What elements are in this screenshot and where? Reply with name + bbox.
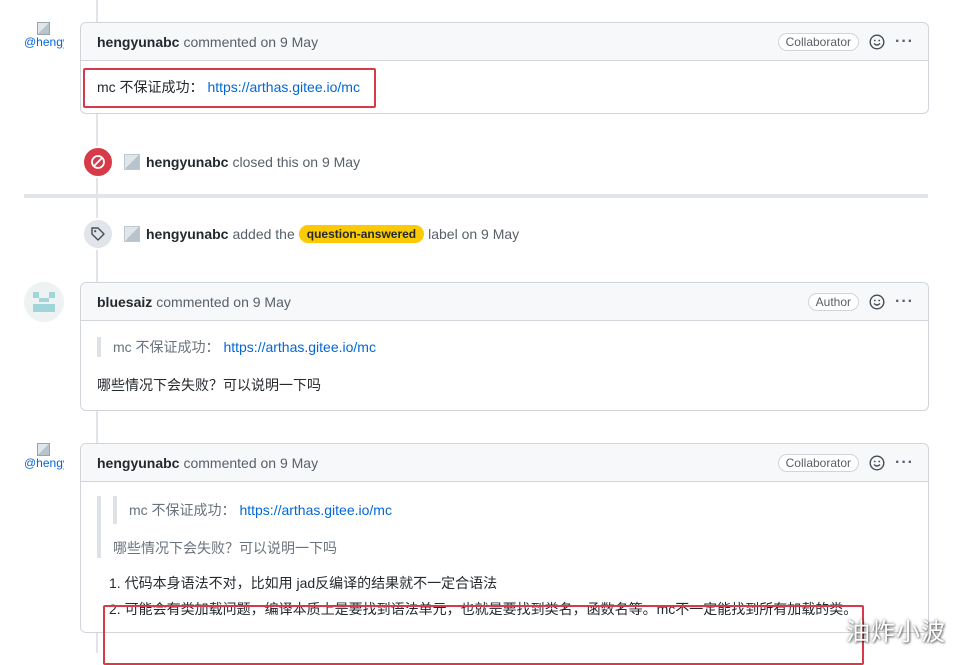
comment-header: hengyunabc commented on 9 May Collaborat… [81,23,928,61]
comment: bluesaiz commented on 9 May Author ··· m… [80,282,929,411]
closed-event: hengyunabc closed this on 9 May [82,146,361,178]
comment-author[interactable]: bluesaiz [97,294,152,310]
comment-link[interactable]: https://arthas.gitee.io/mc [207,79,360,95]
mini-avatar[interactable] [124,226,140,242]
timeline-line [96,410,98,444]
timeline-divider [24,194,928,198]
timeline-line [96,0,98,22]
event-text: label on 9 May [428,226,520,242]
quote-text: mc 不保证成功： [113,339,220,355]
watermark: 油炸小波 [846,618,946,646]
comment-body: mc 不保证成功： https://arthas.gitee.io/mc [81,61,928,109]
comment-header: hengyunabc commented on 9 May Collaborat… [81,444,928,482]
comment-timestamp[interactable]: commented on 9 May [183,34,318,50]
quote-link[interactable]: https://arthas.gitee.io/mc [239,502,392,518]
more-options-icon[interactable]: ··· [895,455,914,471]
event-text: closed this on 9 May [232,154,361,170]
comment: hengyunabc commented on 9 May Collaborat… [80,22,929,114]
comment-header: bluesaiz commented on 9 May Author ··· [81,283,928,321]
add-reaction-icon[interactable] [869,294,885,310]
add-reaction-icon[interactable] [869,34,885,50]
avatar-alt-text: @hengyunabc [24,456,64,470]
event-author[interactable]: hengyunabc [146,226,228,242]
comment-body: mc 不保证成功： https://arthas.gitee.io/mc 哪些情… [81,321,928,407]
avatar-alt-text: @hengyunabc [24,35,64,49]
broken-image-icon [37,22,50,35]
quote-link[interactable]: https://arthas.gitee.io/mc [223,339,376,355]
circle-slash-icon [91,155,105,169]
quote-text: 哪些情况下会失败？可以说明一下吗 [113,540,337,556]
event-author[interactable]: hengyunabc [146,154,228,170]
comment: hengyunabc commented on 9 May Collaborat… [80,443,929,665]
answer-list: 1. 代码本身语法不对，比如用 jad反编译的结果就不一定合语法 2. 可能会有… [97,570,912,622]
role-badge: Collaborator [777,454,860,472]
comment-body: mc 不保证成功： https://arthas.gitee.io/mc 哪些情… [81,482,928,665]
tag-icon [91,227,105,241]
comment-text: mc 不保证成功： [97,79,204,95]
comment-author[interactable]: hengyunabc [97,34,179,50]
identicon-icon [24,282,64,322]
comment-text: 哪些情况下会失败？可以说明一下吗 [97,377,321,393]
more-options-icon[interactable]: ··· [895,34,914,50]
label-event: hengyunabc added the question-answered l… [82,218,520,250]
closed-badge [82,146,114,178]
comment-author[interactable]: hengyunabc [97,455,179,471]
add-reaction-icon[interactable] [869,455,885,471]
issue-label[interactable]: question-answered [298,225,425,243]
timeline-line [96,632,98,653]
label-event-badge [82,218,114,250]
list-item: 2. 可能会有类加载问题，编译本质上是要找到语法单元，也就是要找到类名，函数名等… [109,601,858,617]
mini-avatar[interactable] [124,154,140,170]
event-text: added the [232,226,295,242]
comment-timestamp[interactable]: commented on 9 May [183,455,318,471]
role-badge: Collaborator [777,33,860,51]
avatar[interactable] [24,282,64,322]
avatar[interactable]: @hengyunabc [24,22,64,62]
quote-text: mc 不保证成功： [129,502,236,518]
list-item: 1. 代码本身语法不对，比如用 jad反编译的结果就不一定合语法 [109,575,498,591]
comment-timestamp[interactable]: commented on 9 May [156,294,291,310]
avatar[interactable]: @hengyunabc [24,443,64,483]
role-badge: Author [807,293,860,311]
nested-blockquote: mc 不保证成功： https://arthas.gitee.io/mc [113,496,912,524]
more-options-icon[interactable]: ··· [895,294,914,310]
blockquote: mc 不保证成功： https://arthas.gitee.io/mc 哪些情… [97,496,912,558]
blockquote: mc 不保证成功： https://arthas.gitee.io/mc [97,337,912,357]
broken-image-icon [37,443,50,456]
